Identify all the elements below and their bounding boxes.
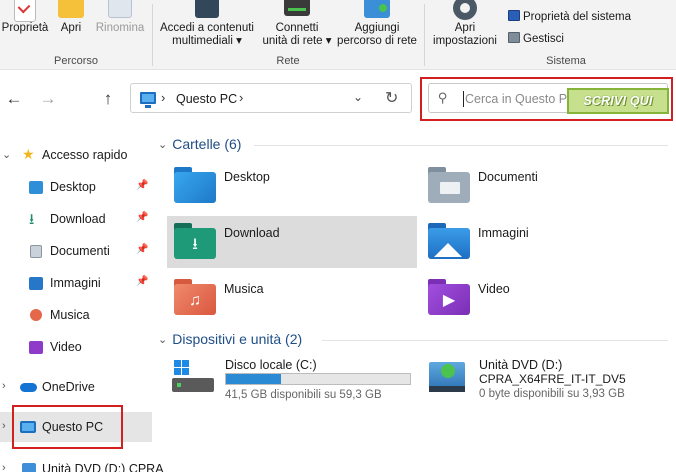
breadcrumb-separator[interactable]: › (161, 90, 165, 105)
up-button[interactable]: ↑ (96, 87, 120, 111)
sidebar-item-desktop[interactable]: Desktop 📌 (0, 172, 152, 202)
pictures-folder-icon (428, 223, 470, 259)
folder-tile-desktop[interactable]: Desktop (167, 160, 417, 212)
rename-button[interactable]: Rinomina (92, 0, 148, 42)
sidebar-item-accesso-rapido[interactable]: ⌄ ★ Accesso rapido (0, 140, 152, 170)
sidebar-item-immagini[interactable]: Immagini 📌 (0, 268, 152, 298)
sidebar-item-documenti[interactable]: Documenti 📌 (0, 236, 152, 266)
drives-section-header[interactable]: ⌄ Dispositivi e unità (2) (158, 331, 302, 347)
group-label-rete: Rete (276, 55, 300, 67)
system-properties-icon (508, 10, 520, 21)
chevron-right-icon[interactable]: › (2, 380, 6, 392)
add-network-location-button[interactable]: Aggiungi percorso di rete (336, 0, 418, 50)
download-icon: ⭳ (29, 211, 35, 228)
star-icon: ★ (22, 146, 35, 162)
folder-open-icon (58, 0, 84, 18)
drive-tile-dvd[interactable]: Unità DVD (D:) CPRA_X64FRE_IT-IT_DV5 0 b… (421, 358, 671, 410)
content-pane: ⌄ Cartelle (6) Desktop Documenti ⭳ Downlo… (152, 130, 676, 472)
sidebar-item-video[interactable]: Video (0, 332, 152, 362)
chevron-right-icon[interactable]: › (2, 462, 6, 472)
properties-icon (14, 0, 36, 22)
section-divider (322, 340, 668, 341)
sidebar-item-onedrive[interactable]: › OneDrive (0, 372, 152, 402)
video-folder-icon: ▶ (428, 279, 470, 315)
sidebar-item-dvd-drive[interactable]: › Unità DVD (D:) CPRA (0, 454, 164, 472)
music-icon (30, 309, 42, 321)
rename-icon (108, 0, 132, 18)
chevron-down-icon: ⌄ (158, 139, 168, 151)
breadcrumb-questo-pc[interactable]: Questo PC (176, 92, 237, 106)
system-properties-button[interactable]: Proprietà del sistema (508, 10, 631, 23)
questo-pc-highlight-box (12, 405, 123, 449)
folder-tile-immagini[interactable]: Immagini (421, 216, 671, 268)
forward-button[interactable]: → (36, 87, 60, 111)
drive-usage-fill (226, 374, 282, 384)
media-server-icon (195, 0, 219, 18)
folder-tile-documenti[interactable]: Documenti (421, 160, 671, 212)
pin-icon[interactable]: 📌 (136, 180, 148, 191)
video-icon (29, 341, 43, 354)
group-label-sistema: Sistema (546, 55, 586, 67)
drive-usage-bar (225, 373, 411, 385)
desktop-folder-icon (174, 167, 216, 203)
pin-icon[interactable]: 📌 (136, 212, 148, 223)
ribbon: Proprietà Apri Rinomina Percorso Accedi … (0, 0, 676, 70)
drive-tile-c[interactable]: Disco locale (C:) 41,5 GB disponibili su… (167, 358, 417, 410)
manage-icon (508, 32, 520, 43)
gear-icon (453, 0, 477, 20)
sidebar-item-download[interactable]: ⭳ Download 📌 (0, 204, 152, 234)
folders-section-header[interactable]: ⌄ Cartelle (6) (158, 136, 241, 152)
open-button[interactable]: Apri (53, 0, 89, 42)
refresh-icon[interactable]: ↻ (385, 88, 398, 108)
group-label-percorso: Percorso (53, 55, 99, 67)
scrivi-qui-annotation: SCRIVI QUI (567, 88, 669, 114)
search-input[interactable] (465, 89, 575, 109)
media-access-button[interactable]: Accedi a contenuti multimediali ▾ (156, 0, 258, 50)
address-dropdown-icon[interactable]: ⌄ (353, 90, 363, 104)
pin-icon[interactable]: 📌 (136, 244, 148, 255)
pictures-icon (29, 277, 43, 290)
network-location-icon (364, 0, 390, 18)
hard-drive-icon (172, 378, 214, 392)
back-button[interactable]: ← (2, 87, 26, 111)
open-settings-button[interactable]: Apri impostazioni (428, 0, 502, 50)
download-folder-icon: ⭳ (174, 223, 216, 259)
manage-button[interactable]: Gestisci (508, 32, 564, 45)
dvd-setup-icon (429, 362, 465, 392)
folder-tile-download[interactable]: ⭳ Download (167, 216, 417, 268)
properties-button[interactable]: Proprietà (0, 0, 50, 42)
pin-icon[interactable]: 📌 (136, 276, 148, 287)
section-divider (254, 145, 668, 146)
chevron-down-icon[interactable]: ⌄ (2, 148, 11, 161)
breadcrumb-separator[interactable]: › (239, 90, 243, 105)
cloud-icon (20, 383, 37, 392)
documents-folder-icon (428, 167, 470, 203)
document-icon (30, 245, 42, 258)
chevron-right-icon[interactable]: › (2, 420, 6, 432)
folder-tile-musica[interactable]: ♫ Musica (167, 272, 417, 324)
address-bar[interactable]: › Questo PC › ⌄ ↻ (130, 83, 412, 113)
windows-logo-icon (174, 360, 190, 376)
search-icon: ⚲ (438, 90, 448, 105)
desktop-icon (29, 181, 43, 194)
network-drive-icon (284, 0, 310, 16)
folder-tile-video[interactable]: ▶ Video (421, 272, 671, 324)
computer-icon (140, 92, 156, 108)
map-network-drive-button[interactable]: Connetti unità di rete ▾ (258, 0, 336, 50)
text-caret (463, 91, 464, 107)
chevron-down-icon: ⌄ (158, 334, 168, 346)
dvd-drive-icon (22, 463, 36, 472)
sidebar-item-musica[interactable]: Musica (0, 300, 152, 330)
music-folder-icon: ♫ (174, 279, 216, 315)
